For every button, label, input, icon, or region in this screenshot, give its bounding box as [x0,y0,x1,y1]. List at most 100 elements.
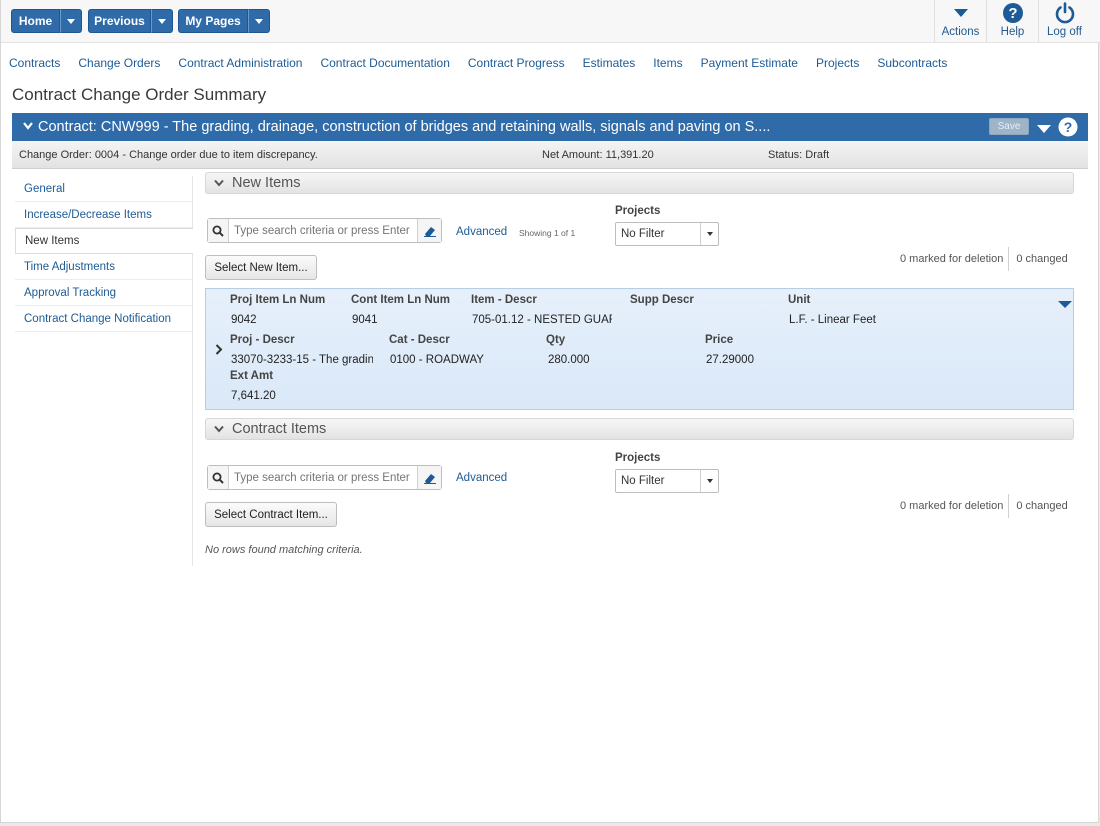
qty-value: 280.000 [548,354,590,366]
sidenav-item-new-items[interactable]: New Items [15,228,193,254]
no-rows-message: No rows found matching criteria. [205,544,363,556]
contract-items-projects-select[interactable]: No Filter [615,469,719,493]
power-icon [1054,2,1076,24]
contract-items-advanced-link[interactable]: Advanced [456,472,507,484]
item-descr-header: Item - Descr [471,294,537,306]
proj-descr-header: Proj - Descr [230,334,295,346]
price-value: 27.29000 [706,354,754,366]
nav-change-orders[interactable]: Change Orders [78,56,160,70]
proj-item-ln-num-header: Proj Item Ln Num [230,294,326,306]
showing-count: Showing 1 of 1 [519,228,576,238]
home-button[interactable]: Home [11,9,60,33]
projects-select-value: No Filter [621,475,665,487]
eraser-icon[interactable] [417,219,441,242]
previous-split-button: Previous [88,9,173,33]
page-title: Contract Change Order Summary [12,85,267,104]
new-items-advanced-link[interactable]: Advanced [456,226,507,238]
log-off-label: Log off [1047,26,1082,38]
nav-contract-progress[interactable]: Contract Progress [468,56,565,70]
nav-payment-estimate[interactable]: Payment Estimate [701,56,798,70]
sidenav-item-general[interactable]: General [15,176,192,202]
actions-button[interactable]: Actions [934,0,986,43]
log-off-button[interactable]: Log off [1038,0,1090,43]
sidenav-item-time-adjustments[interactable]: Time Adjustments [15,254,192,280]
new-items-section-header[interactable]: New Items [205,172,1074,194]
search-icon[interactable] [208,466,229,489]
chevron-down-icon [700,223,718,245]
my-pages-dropdown-button[interactable] [248,9,270,33]
sidenav-item-contract-change-notification[interactable]: Contract Change Notification [15,306,192,332]
proj-item-ln-num-value: 9042 [231,314,257,326]
new-items-search-input[interactable] [229,219,417,242]
search-icon[interactable] [208,219,229,242]
nav-estimates[interactable]: Estimates [583,56,636,70]
chevron-down-icon [158,18,166,24]
status-text: Status: Draft [768,149,830,161]
item-descr-value: 705-01.12 - NESTED GUAR [472,314,612,326]
previous-button[interactable]: Previous [88,9,151,33]
cat-descr-header: Cat - Descr [389,334,450,346]
home-dropdown-button[interactable] [60,9,82,33]
select-new-item-button[interactable]: Select New Item... [205,255,317,280]
qty-header: Qty [546,334,566,346]
nav-contracts[interactable]: Contracts [9,56,60,70]
projects-filter-label: Projects [615,205,661,217]
marked-for-deletion-count: 0 marked for deletion [900,253,1004,265]
contract-items-section-title: Contract Items [232,421,327,437]
change-order-text: Change Order: 0004 - Change order due to… [19,149,318,161]
cont-item-ln-num-header: Cont Item Ln Num [351,294,451,306]
help-label: Help [1000,26,1025,38]
chevron-down-icon [700,470,718,492]
main-nav: Contracts Change Orders Contract Adminis… [9,56,965,70]
net-amount-text: Net Amount: 11,391.20 [542,149,654,161]
price-header: Price [705,334,734,346]
contract-menu-icon[interactable] [1037,122,1051,138]
supp-descr-header: Supp Descr [630,294,694,306]
ext-amt-header: Ext Amt [230,370,274,382]
contract-header[interactable]: Contract: CNW999 - The grading, drainage… [12,113,1088,141]
sidenav-item-increase-decrease-items[interactable]: Increase/Decrease Items [15,202,192,228]
contract-projects-filter-label: Projects [615,452,661,464]
previous-dropdown-button[interactable] [151,9,173,33]
nav-projects[interactable]: Projects [816,56,859,70]
svg-text:?: ? [1064,119,1073,135]
help-icon[interactable]: ? [1058,117,1078,141]
sidenav-item-approval-tracking[interactable]: Approval Tracking [15,280,192,306]
contract-items-section-header[interactable]: Contract Items [205,418,1074,440]
help-button[interactable]: ? Help [986,0,1038,43]
actions-label: Actions [941,26,980,38]
cont-item-ln-num-value: 9041 [352,314,378,326]
mypages-split-button: My Pages [178,9,270,33]
expand-row-icon[interactable] [215,344,223,358]
proj-descr-value: 33070-3233-15 - The gradin [231,354,373,366]
marked-for-deletion-count: 0 marked for deletion [900,500,1004,512]
nav-subcontracts[interactable]: Subcontracts [877,56,947,70]
changed-count: 0 changed [1016,500,1068,512]
my-pages-button[interactable]: My Pages [178,9,248,33]
row-menu-icon[interactable] [1058,298,1072,312]
contract-items-search-box [207,465,442,490]
new-items-search-box [207,218,442,243]
actions-caret-icon [953,2,968,24]
nav-contract-administration[interactable]: Contract Administration [178,56,302,70]
nav-contract-documentation[interactable]: Contract Documentation [320,56,449,70]
nav-items[interactable]: Items [653,56,682,70]
save-button[interactable]: Save [989,118,1029,135]
ext-amt-value: 7,641.20 [231,390,276,402]
contract-items-search-input[interactable] [229,466,417,489]
new-item-row[interactable]: Proj Item Ln Num Cont Item Ln Num Item -… [205,288,1074,410]
unit-header: Unit [788,294,811,306]
new-items-projects-select[interactable]: No Filter [615,222,719,246]
app-frame: Home Previous My Pages Actions ? Help Lo… [0,0,1100,823]
change-order-info-bar: Change Order: 0004 - Change order due to… [12,141,1088,169]
chevron-down-icon [67,18,75,24]
eraser-icon[interactable] [417,466,441,489]
select-contract-item-button[interactable]: Select Contract Item... [205,502,337,527]
projects-select-value: No Filter [621,228,665,240]
home-split-button: Home [11,9,82,33]
contract-items-counts: 0 marked for deletion 0 changed [900,494,1068,518]
contract-title: Contract: CNW999 - The grading, drainage… [38,119,771,135]
help-icon: ? [1002,2,1024,24]
new-items-section-title: New Items [232,175,301,191]
top-bar: Home Previous My Pages Actions ? Help Lo… [1,0,1100,43]
